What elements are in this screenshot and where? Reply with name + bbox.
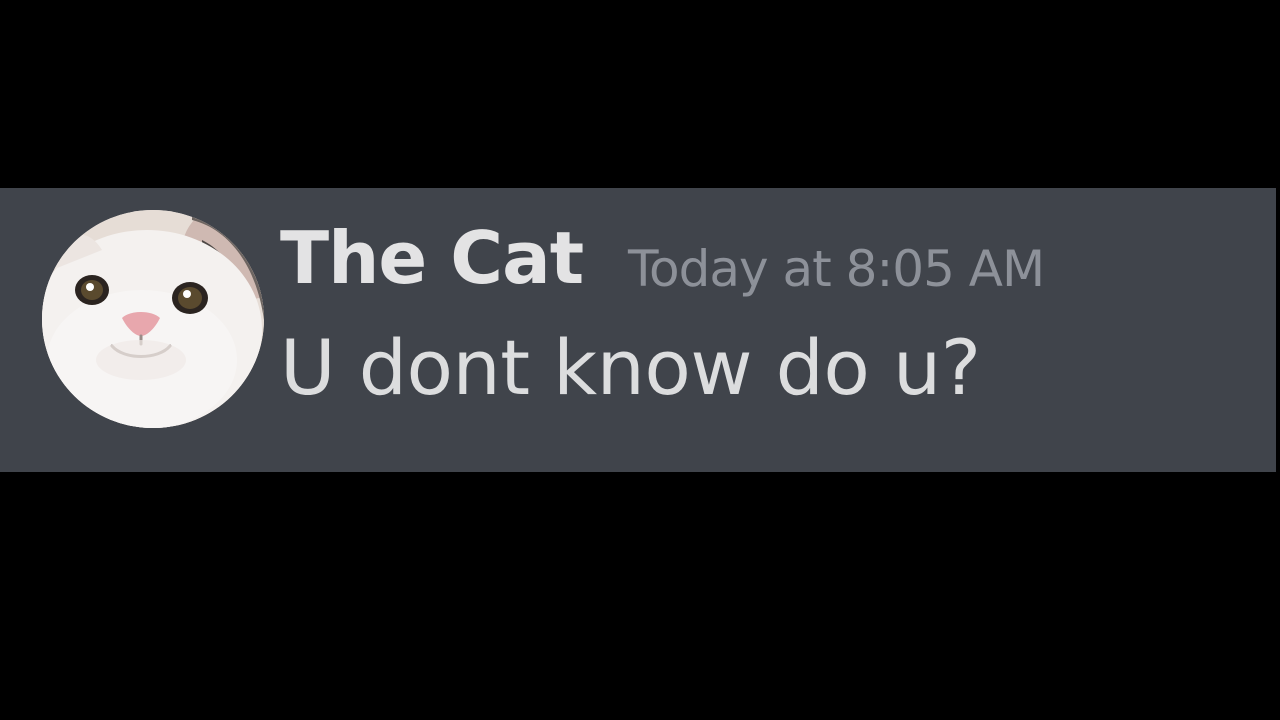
screen: The Cat Today at 8:05 AM U dont know do … <box>0 0 1280 720</box>
avatar[interactable] <box>42 210 264 428</box>
message-author[interactable]: The Cat <box>280 222 584 294</box>
message-timestamp: Today at 8:05 AM <box>628 240 1045 298</box>
message-content: U dont know do u? <box>280 323 981 412</box>
cat-face-avatar-icon <box>42 210 264 428</box>
chat-message[interactable]: The Cat Today at 8:05 AM U dont know do … <box>0 188 1276 472</box>
